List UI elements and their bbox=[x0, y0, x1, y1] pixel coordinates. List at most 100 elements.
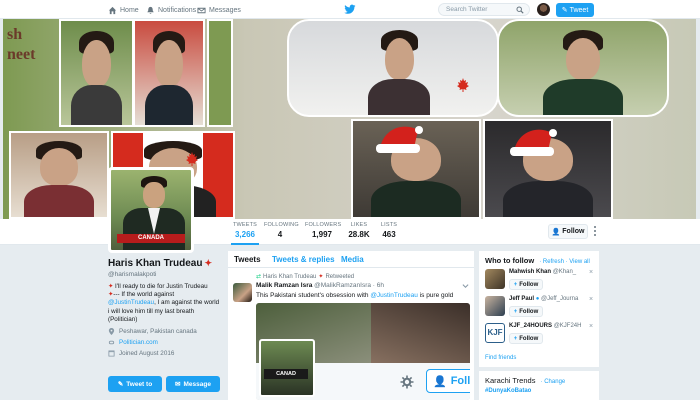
tweet-author-handle[interactable]: @MalikRamzanIsra bbox=[314, 282, 371, 289]
timeline-tabs: Tweets Tweets & replies Media bbox=[228, 251, 474, 268]
suggestion-name[interactable]: KJF_24HOURS bbox=[509, 323, 552, 329]
add-user-icon: + bbox=[513, 308, 518, 315]
banner-photo bbox=[133, 19, 205, 127]
location-text: Peshawar, Pakistan canada bbox=[119, 328, 197, 336]
nav-home[interactable]: Home bbox=[108, 4, 139, 16]
retweet-context: ⇄ Haris Khan Trudeau ✦ Retweeted bbox=[256, 273, 355, 281]
banner-photo bbox=[59, 19, 134, 127]
profile-website[interactable]: Politician.com bbox=[108, 339, 220, 346]
suggestion-avatar[interactable] bbox=[485, 269, 505, 289]
trends-change-link[interactable]: · Change bbox=[541, 379, 566, 385]
nav-notifications[interactable]: Notifications bbox=[146, 4, 196, 16]
suggestion-item: Mahwish Khan @Khan_ + Follow × bbox=[485, 269, 595, 295]
tab-tweets-replies[interactable]: Tweets & replies bbox=[272, 255, 335, 264]
search-placeholder: Search Twitter bbox=[446, 6, 488, 13]
twitter-bird-icon[interactable] bbox=[344, 4, 356, 15]
bio-text: , I am against the world bbox=[154, 299, 220, 307]
tweet-time[interactable]: 6h bbox=[377, 282, 384, 289]
bio-mention-link[interactable]: @JustinTrudeau bbox=[108, 299, 154, 306]
refresh-link[interactable]: · Refresh · View all bbox=[539, 259, 590, 265]
more-options-icon[interactable] bbox=[592, 225, 598, 237]
media-thumbnail: CANAD bbox=[259, 339, 315, 397]
maple-leaf-icon: ✦ bbox=[204, 258, 213, 268]
profile-stats-bar: TWEETS 3,266 FOLLOWING 4 FOLLOWERS 1,997… bbox=[0, 219, 700, 245]
stat-label: LISTS bbox=[380, 222, 398, 228]
trend-item[interactable]: #DunyaKoBatao bbox=[485, 388, 593, 394]
banner-text-line: neet bbox=[7, 46, 36, 63]
maple-leaf-icon: ✦ bbox=[108, 283, 114, 290]
bio-text: (Politician) bbox=[108, 315, 138, 323]
suggestion-follow-button[interactable]: + Follow bbox=[509, 306, 543, 317]
quill-icon: ✎ bbox=[117, 381, 124, 388]
retweeted-label: Retweeted bbox=[325, 273, 355, 280]
suggestion-follow-button[interactable]: + Follow bbox=[509, 333, 543, 344]
profile-name[interactable]: Haris Khan Trudeau bbox=[108, 258, 202, 269]
message-button[interactable]: ✉ Message bbox=[166, 376, 220, 392]
banner-text: sh neet bbox=[7, 25, 35, 65]
tweet-text-part: This Pakistani student's obsession with bbox=[256, 292, 371, 299]
tweet-author-name[interactable]: Malik Ramzan Isra bbox=[256, 282, 312, 289]
suggestion-name-row[interactable]: Mahwish Khan @Khan_ bbox=[509, 269, 576, 275]
calendar-icon bbox=[108, 350, 115, 357]
view-all-link[interactable]: View all bbox=[569, 259, 590, 265]
search-input[interactable]: Search Twitter bbox=[438, 3, 530, 16]
tab-media[interactable]: Media bbox=[341, 255, 364, 264]
stat-likes[interactable]: LIKES 28.8K bbox=[346, 222, 372, 239]
link-icon bbox=[108, 340, 115, 345]
avatar-caption: CANADA bbox=[117, 234, 185, 243]
suggestion-item: Jeff Paul ● @Jeff_Journa + Follow × bbox=[485, 296, 595, 322]
maple-leaf-icon bbox=[186, 152, 198, 166]
suggestion-follow-label: Follow bbox=[519, 308, 539, 315]
stat-lists[interactable]: LISTS 463 bbox=[378, 222, 400, 239]
retweeter-name[interactable]: Haris Khan Trudeau bbox=[263, 274, 316, 280]
media-follow-button: 👤 Follow bbox=[426, 369, 470, 393]
message-label: Message bbox=[183, 380, 211, 388]
suggestion-name[interactable]: Jeff Paul bbox=[509, 296, 534, 302]
banner-photo bbox=[497, 19, 669, 117]
tab-tweets[interactable]: Tweets bbox=[234, 255, 261, 264]
search-icon bbox=[516, 6, 524, 14]
stat-tweets[interactable]: TWEETS 3,266 bbox=[231, 222, 259, 245]
dismiss-icon[interactable]: × bbox=[589, 323, 593, 330]
find-friends-link[interactable]: Find friends bbox=[485, 355, 516, 361]
tweet-to-button[interactable]: ✎ Tweet to bbox=[108, 376, 162, 392]
suggestion-avatar[interactable] bbox=[485, 296, 505, 316]
user-avatar[interactable] bbox=[537, 3, 550, 16]
santa-hat-icon bbox=[376, 126, 423, 153]
refresh-label[interactable]: Refresh bbox=[543, 259, 564, 265]
follow-button[interactable]: 👤 Follow bbox=[548, 224, 588, 239]
envelope-icon: ✉ bbox=[175, 381, 181, 388]
stat-label: TWEETS bbox=[232, 222, 258, 228]
trends-change-label[interactable]: Change bbox=[544, 379, 565, 385]
media-follow-label: Follow bbox=[450, 375, 470, 387]
profile-avatar[interactable]: CANADA bbox=[108, 167, 194, 253]
tweet-author-avatar[interactable] bbox=[233, 283, 252, 302]
gear-icon bbox=[400, 375, 414, 389]
stat-following[interactable]: FOLLOWING 4 bbox=[264, 222, 299, 239]
dismiss-icon[interactable]: × bbox=[589, 296, 593, 303]
nav-messages[interactable]: Messages bbox=[197, 4, 241, 16]
trends-title: Karachi Trends bbox=[485, 376, 536, 385]
suggestion-name-row[interactable]: KJF_24HOURS @KJF24H bbox=[509, 323, 581, 329]
bio-text: I'll ready to die for Justin Trudeau bbox=[115, 283, 208, 290]
suggestion-name[interactable]: Mahwish Khan bbox=[509, 269, 551, 275]
suggestion-name-row[interactable]: Jeff Paul ● @Jeff_Journa bbox=[509, 296, 578, 302]
tweet-media[interactable]: CANAD 👤 Follow bbox=[256, 303, 470, 400]
suggestion-follow-button[interactable]: + Follow bbox=[509, 279, 543, 290]
suggestion-item: KJF KJF_24HOURS @KJF24H + Follow × bbox=[485, 323, 595, 349]
dismiss-icon[interactable]: × bbox=[589, 269, 593, 276]
who-to-follow-title: Who to follow bbox=[485, 256, 535, 265]
top-navigation: Home Notifications Messages Search Twitt… bbox=[0, 0, 700, 19]
stat-followers[interactable]: FOLLOWERS 1,997 bbox=[305, 222, 341, 239]
bio-text: If the world against bbox=[121, 291, 175, 299]
maple-leaf-icon bbox=[457, 78, 469, 92]
suggestion-avatar[interactable]: KJF bbox=[485, 323, 505, 343]
tweet-mention-link[interactable]: @JustinTrudeau bbox=[370, 292, 418, 299]
chevron-down-icon[interactable] bbox=[462, 282, 469, 289]
verified-badge-icon: ● bbox=[535, 296, 540, 302]
suggestion-follow-label: Follow bbox=[519, 335, 539, 342]
stat-value: 3,266 bbox=[234, 230, 256, 239]
website-text[interactable]: Politician.com bbox=[119, 339, 158, 346]
follow-button-label: Follow bbox=[562, 228, 585, 235]
compose-tweet-button[interactable]: ✎ Tweet bbox=[556, 3, 594, 17]
